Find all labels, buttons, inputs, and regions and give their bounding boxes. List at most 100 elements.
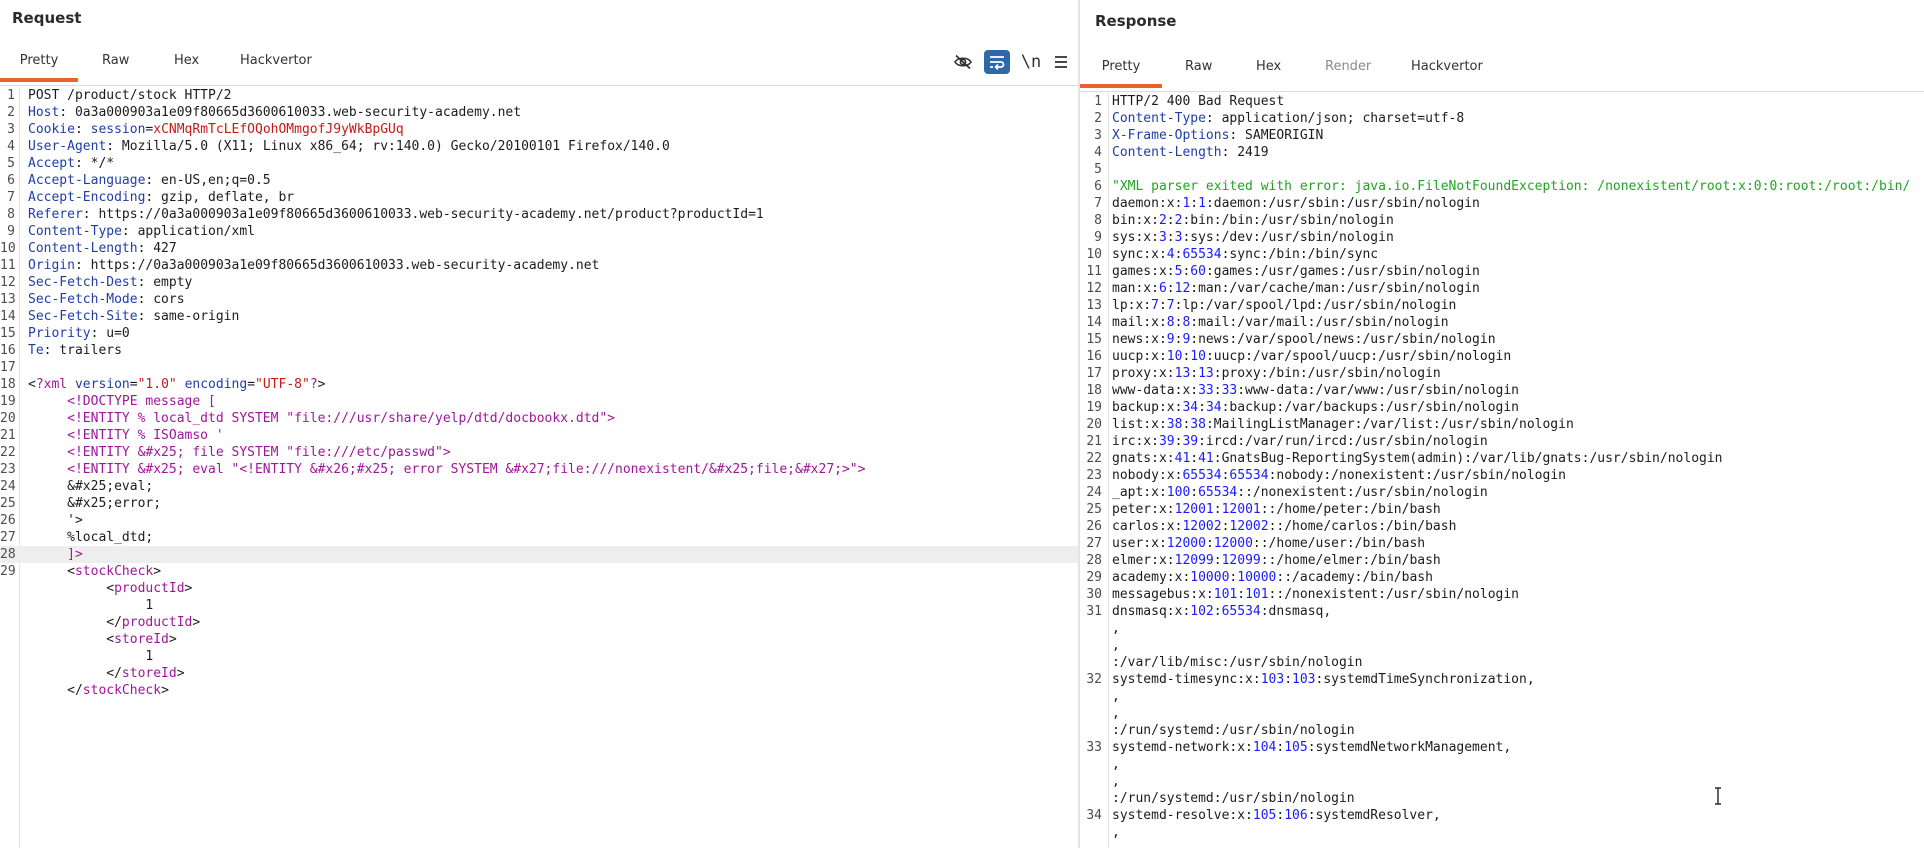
response-line-text: :/var/lib/misc:/usr/sbin/nologin <box>1112 655 1363 670</box>
response-line-text: www-data:x:33:33:www-data:/var/www:/usr/… <box>1112 383 1519 398</box>
response-line-text: mail:x:8:8:mail:/var/mail:/usr/sbin/nolo… <box>1112 315 1449 330</box>
request-code-line: 7 Accept-Encoding: gzip, deflate, br <box>0 189 1078 206</box>
request-line-number: 26 <box>0 513 16 528</box>
response-line-number: 12 <box>1086 281 1102 296</box>
response-code-line: , <box>1080 620 1924 637</box>
response-code-line: 24 _apt:x:100:65534::/nonexistent:/usr/sb… <box>1080 484 1924 501</box>
response-line-text: proxy:x:13:13:proxy:/bin:/usr/sbin/nolog… <box>1112 366 1441 381</box>
response-code-line: 15 news:x:9:9:news:/var/spool/news:/usr/s… <box>1080 331 1924 348</box>
response-tab-hackvertor[interactable]: Hackvertor <box>1411 50 1483 88</box>
response-line-number: 33 <box>1086 740 1102 755</box>
request-line-text: <!DOCTYPE message [ <box>28 394 216 409</box>
response-line-number: 32 <box>1086 672 1102 687</box>
request-line-number: 10 <box>0 241 16 256</box>
response-line-text: lp:x:7:7:lp:/var/spool/lpd:/usr/sbin/nol… <box>1112 298 1457 313</box>
request-line-number: 28 <box>0 547 16 562</box>
response-line-text: dnsmasq:x:102:65534:dnsmasq, <box>1112 604 1332 619</box>
request-line-number: 16 <box>0 343 16 358</box>
response-tab-hex[interactable]: Hex <box>1256 50 1281 88</box>
request-code-line: 24 &#x25;eval; <box>0 478 1078 495</box>
request-line-text: 1 <box>28 598 154 613</box>
request-line-number: 3 <box>7 122 15 137</box>
request-line-text: Accept-Encoding: gzip, deflate, br <box>28 190 295 205</box>
response-line-number: 22 <box>1086 451 1102 466</box>
response-pane: Response Pretty Raw Hex Render Hackverto… <box>1080 0 1924 848</box>
response-line-text: backup:x:34:34:backup:/var/backups:/usr/… <box>1112 400 1520 415</box>
response-code-line: 20 list:x:38:38:MailingListManager:/var/l… <box>1080 416 1924 433</box>
response-line-number: 20 <box>1086 417 1102 432</box>
request-code-line: 25 &#x25;error; <box>0 495 1078 512</box>
request-code-line: 1 <box>0 648 1078 665</box>
response-editor[interactable]: 1 HTTP/2 400 Bad Request 2 Content-Type: ap… <box>1080 93 1924 848</box>
response-line-text: sys:x:3:3:sys:/dev:/usr/sbin/nologin <box>1112 230 1394 245</box>
request-line-text: 1 <box>28 649 154 664</box>
response-tab-raw[interactable]: Raw <box>1185 50 1212 88</box>
response-line-text: list:x:38:38:MailingListManager:/var/lis… <box>1112 417 1574 432</box>
request-line-number: 6 <box>7 173 15 188</box>
response-line-text: gnats:x:41:41:GnatsBug-ReportingSystem(a… <box>1112 451 1723 466</box>
response-line-number: 27 <box>1086 536 1102 551</box>
response-line-number: 29 <box>1086 570 1102 585</box>
response-code-line: 2 Content-Type: application/json; charset… <box>1080 110 1924 127</box>
request-line-number: 9 <box>7 224 15 239</box>
request-line-text: Te: trailers <box>28 343 122 358</box>
response-code-line: 31 dnsmasq:x:102:65534:dnsmasq, <box>1080 603 1924 620</box>
response-tabbar: Pretty Raw Hex Render Hackvertor <box>1080 50 1924 92</box>
response-code-line: 12 man:x:6:12:man:/var/cache/man:/usr/sbi… <box>1080 280 1924 297</box>
request-code-line: 14 Sec-Fetch-Site: same-origin <box>0 308 1078 325</box>
response-line-text: messagebus:x:101:101::/nonexistent:/usr/… <box>1112 587 1519 602</box>
request-line-text: '> <box>28 513 83 528</box>
response-code-line: 25 peter:x:12001:12001::/home/peter:/bin/… <box>1080 501 1924 518</box>
response-line-text: news:x:9:9:news:/var/spool/news:/usr/sbi… <box>1112 332 1496 347</box>
request-code-line: <storeId> <box>0 631 1078 648</box>
request-line-text: Sec-Fetch-Mode: cors <box>28 292 185 307</box>
request-code-line: 15 Priority: u=0 <box>0 325 1078 342</box>
response-line-text: _apt:x:100:65534::/nonexistent:/usr/sbin… <box>1112 485 1488 500</box>
response-code-line: 26 carlos:x:12002:12002::/home/carlos:/bi… <box>1080 518 1924 535</box>
request-line-text: Priority: u=0 <box>28 326 130 341</box>
response-line-number: 5 <box>1094 162 1102 177</box>
response-line-number: 26 <box>1086 519 1102 534</box>
response-line-text: carlos:x:12002:12002::/home/carlos:/bin/… <box>1112 519 1457 534</box>
response-line-text: nobody:x:65534:65534:nobody:/nonexistent… <box>1112 468 1566 483</box>
request-tab-raw[interactable]: Raw <box>102 44 129 82</box>
response-line-text: irc:x:39:39:ircd:/var/run/ircd:/usr/sbin… <box>1112 434 1488 449</box>
request-code-line: <productId> <box>0 580 1078 597</box>
response-tab-pretty[interactable]: Pretty <box>1080 50 1162 88</box>
response-code-line: 17 proxy:x:13:13:proxy:/bin:/usr/sbin/nol… <box>1080 365 1924 382</box>
response-code-line: 27 user:x:12000:12000::/home/user:/bin/ba… <box>1080 535 1924 552</box>
request-line-text: </productId> <box>28 615 201 630</box>
request-line-number: 23 <box>0 462 16 477</box>
request-editor[interactable]: 1 POST /product/stock HTTP/2 2 Host: 0a3a00… <box>0 87 1078 848</box>
request-line-number: 29 <box>0 564 16 579</box>
response-line-text: man:x:6:12:man:/var/cache/man:/usr/sbin/… <box>1112 281 1480 296</box>
response-line-text: uucp:x:10:10:uucp:/var/spool/uucp:/usr/s… <box>1112 349 1512 364</box>
response-code-line: , <box>1080 637 1924 654</box>
request-line-text: Sec-Fetch-Dest: empty <box>28 275 193 290</box>
response-line-number: 3 <box>1094 128 1102 143</box>
response-line-number: 13 <box>1086 298 1102 313</box>
response-tab-render[interactable]: Render <box>1325 50 1371 88</box>
request-tab-hex[interactable]: Hex <box>174 44 199 82</box>
response-line-text: systemd-resolve:x:105:106:systemdResolve… <box>1112 808 1441 823</box>
request-code-line: 8 Referer: https://0a3a000903a1e09f80665d… <box>0 206 1078 223</box>
response-line-text: Content-Length: 2419 <box>1112 145 1269 160</box>
request-code-line: 20 <!ENTITY % local_dtd SYSTEM "file:///… <box>0 410 1078 427</box>
response-line-number: 17 <box>1086 366 1102 381</box>
request-code-line: 28 ]> <box>0 546 1078 563</box>
request-code-line: 17 <box>0 359 1078 376</box>
response-line-text: :/run/systemd:/usr/sbin/nologin <box>1112 791 1355 806</box>
response-code-line: , <box>1080 824 1924 841</box>
request-line-number: 25 <box>0 496 16 511</box>
request-code-line: 18 <?xml version="1.0" encoding="UTF-8"?> <box>0 376 1078 393</box>
request-code-line: 11 Origin: https://0a3a000903a1e09f80665d… <box>0 257 1078 274</box>
response-code-line: 1 HTTP/2 400 Bad Request <box>1080 93 1924 110</box>
request-line-number: 18 <box>0 377 16 392</box>
request-line-text: <?xml version="1.0" encoding="UTF-8"?> <box>28 377 326 392</box>
request-tab-hackvertor[interactable]: Hackvertor <box>240 44 312 82</box>
request-line-number: 5 <box>7 156 15 171</box>
response-line-text: elmer:x:12099:12099::/home/elmer:/bin/ba… <box>1112 553 1441 568</box>
request-line-number: 19 <box>0 394 16 409</box>
request-code-line: 22 <!ENTITY &#x25; file SYSTEM "file:///… <box>0 444 1078 461</box>
request-tab-pretty[interactable]: Pretty <box>0 44 78 82</box>
